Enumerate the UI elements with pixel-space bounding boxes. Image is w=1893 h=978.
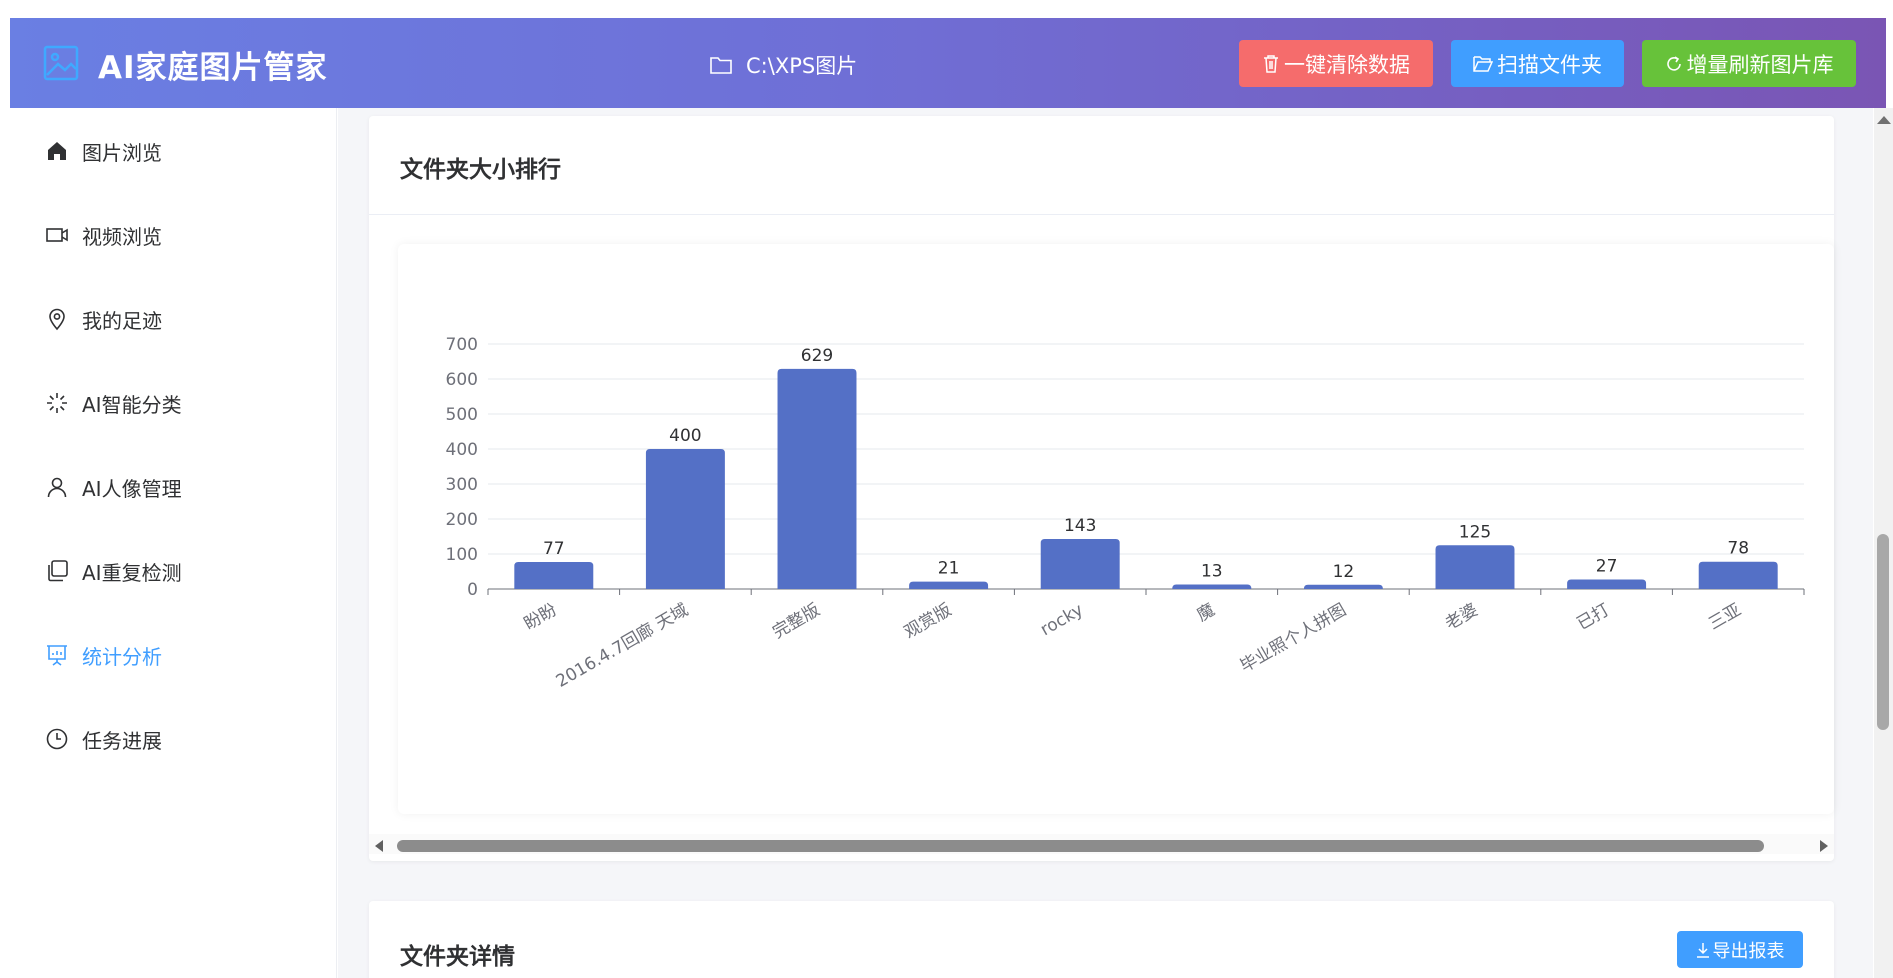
sidebar-item-label: 任务进展 <box>82 728 162 753</box>
y-tick-label: 400 <box>446 440 478 460</box>
refresh-library-label: 增量刷新图片库 <box>1686 52 1834 77</box>
user-icon <box>44 474 70 500</box>
x-tick-label: 观赏版 <box>901 600 955 643</box>
y-tick-label: 100 <box>446 545 478 565</box>
bar <box>1172 584 1252 589</box>
sidebar-item-ai-portrait[interactable]: AI人像管理 <box>44 467 182 507</box>
home-icon <box>44 138 70 164</box>
folder-details-card: 文件夹详情 导出报表 <box>369 901 1834 978</box>
scroll-left-arrow-icon[interactable] <box>375 840 383 852</box>
sidebar-item-label: AI人像管理 <box>82 476 182 501</box>
bar <box>777 368 857 589</box>
x-tick-label: 魔 <box>1194 600 1219 626</box>
sidebar-item-task-progress[interactable]: 任务进展 <box>44 719 162 759</box>
sidebar-item-ai-classify[interactable]: AI智能分类 <box>44 383 182 423</box>
bar-value-label: 143 <box>1064 516 1096 536</box>
bar-value-label: 125 <box>1459 522 1491 542</box>
bar-value-label: 629 <box>801 346 833 366</box>
folder-size-bar-chart: 0 100 200 300 400 500 600 700 77 盼盼 400 2016.4.7回廊 … <box>446 335 1805 692</box>
video-camera-icon <box>44 222 70 248</box>
location-pin-icon <box>44 306 70 332</box>
sidebar-item-label: AI重复检测 <box>82 560 182 585</box>
vertical-scroll-thumb[interactable] <box>1877 534 1889 730</box>
bar-value-label: 27 <box>1596 557 1618 577</box>
scroll-right-arrow-icon[interactable] <box>1820 840 1828 852</box>
y-tick-label: 0 <box>467 580 478 600</box>
bar <box>909 581 989 589</box>
x-tick-label: 2016.4.7回廊 天域 <box>553 600 692 692</box>
folder-details-title: 文件夹详情 <box>400 944 515 970</box>
folder-size-ranking-card: 文件夹大小排行 0 100 200 300 400 500 600 700 77 盼盼 400 201… <box>369 116 1834 861</box>
sidebar-item-video-browse[interactable]: 视频浏览 <box>44 215 162 255</box>
x-tick-label: 毕业照个人拼图 <box>1237 600 1350 677</box>
current-folder-path[interactable]: C:\XPS图片 <box>710 50 857 80</box>
sidebar-item-my-footprint[interactable]: 我的足迹 <box>44 299 162 339</box>
folder-open-icon <box>1473 55 1493 72</box>
app-title: AI家庭图片管家 <box>98 50 328 86</box>
clear-data-label: 一键清除数据 <box>1284 52 1410 77</box>
presentation-chart-icon <box>44 642 70 668</box>
bar <box>1040 538 1120 589</box>
bar-value-label: 400 <box>669 426 701 446</box>
export-report-button[interactable]: 导出报表 <box>1677 931 1803 968</box>
scroll-up-arrow-icon[interactable] <box>1877 116 1891 124</box>
x-tick-label: 完整版 <box>769 600 823 643</box>
bar-value-label: 13 <box>1201 561 1223 581</box>
x-tick-label: 已打 <box>1574 600 1613 634</box>
trash-icon <box>1264 54 1278 73</box>
bar <box>1303 584 1383 589</box>
card-divider <box>369 214 1834 215</box>
copy-documents-icon <box>44 558 70 584</box>
sidebar-item-label: 视频浏览 <box>82 224 162 249</box>
sidebar-item-photo-browse[interactable]: 图片浏览 <box>44 131 162 171</box>
x-tick-label: 三亚 <box>1705 600 1744 634</box>
x-tick-label: 盼盼 <box>521 600 560 634</box>
bar-value-label: 78 <box>1727 539 1749 559</box>
path-text: C:\XPS图片 <box>746 54 858 78</box>
app-header: AI家庭图片管家 C:\XPS图片 一键清除数据 扫描文件夹 增量刷新图片库 <box>10 18 1886 108</box>
bar <box>1435 545 1515 589</box>
bar <box>1567 579 1647 589</box>
sidebar: 图片浏览 视频浏览 我的足迹 AI智能分类 AI人像管理 AI重复检测 统计分析… <box>10 108 337 978</box>
sidebar-item-label: 统计分析 <box>82 644 162 669</box>
download-icon <box>1696 942 1709 958</box>
refresh-icon <box>1666 55 1681 71</box>
chart-container: 0 100 200 300 400 500 600 700 77 盼盼 400 2016.4.7回廊 … <box>398 244 1834 814</box>
sidebar-item-label: 图片浏览 <box>82 140 162 165</box>
y-tick-label: 700 <box>446 335 478 355</box>
folder-size-ranking-title: 文件夹大小排行 <box>400 157 561 183</box>
y-tick-label: 300 <box>446 475 478 495</box>
sidebar-item-label: 我的足迹 <box>82 308 162 333</box>
sidebar-item-ai-duplicate[interactable]: AI重复检测 <box>44 551 182 591</box>
sidebar-item-label: AI智能分类 <box>82 392 182 417</box>
refresh-library-button[interactable]: 增量刷新图片库 <box>1642 40 1856 87</box>
scan-folder-label: 扫描文件夹 <box>1497 52 1602 77</box>
bar-value-label: 12 <box>1333 562 1355 582</box>
export-report-label: 导出报表 <box>1712 940 1785 962</box>
y-tick-label: 200 <box>446 510 478 530</box>
loading-sparkle-icon <box>44 390 70 416</box>
picture-logo-icon <box>43 45 79 81</box>
bar <box>1698 561 1778 589</box>
clear-data-button[interactable]: 一键清除数据 <box>1239 40 1433 87</box>
clock-icon <box>44 726 70 752</box>
x-tick-label: rocky <box>1037 600 1087 640</box>
main-content: 文件夹大小排行 0 100 200 300 400 500 600 700 77 盼盼 400 201… <box>338 108 1873 978</box>
folder-icon <box>710 57 732 74</box>
bar <box>514 562 594 589</box>
sidebar-item-statistics[interactable]: 统计分析 <box>44 635 162 675</box>
bar <box>645 449 725 589</box>
bar-value-label: 77 <box>543 539 565 559</box>
app-window: AI家庭图片管家 C:\XPS图片 一键清除数据 扫描文件夹 增量刷新图片库 图… <box>0 0 1893 978</box>
y-tick-label: 500 <box>446 405 478 425</box>
horizontal-scroll-thumb[interactable] <box>397 840 1764 852</box>
scan-folder-button[interactable]: 扫描文件夹 <box>1451 40 1624 87</box>
vertical-scrollbar[interactable] <box>1874 108 1893 978</box>
x-tick-label: 老婆 <box>1442 600 1481 634</box>
y-tick-label: 600 <box>446 370 478 390</box>
horizontal-scrollbar[interactable] <box>369 834 1834 854</box>
bar-value-label: 21 <box>938 559 960 579</box>
